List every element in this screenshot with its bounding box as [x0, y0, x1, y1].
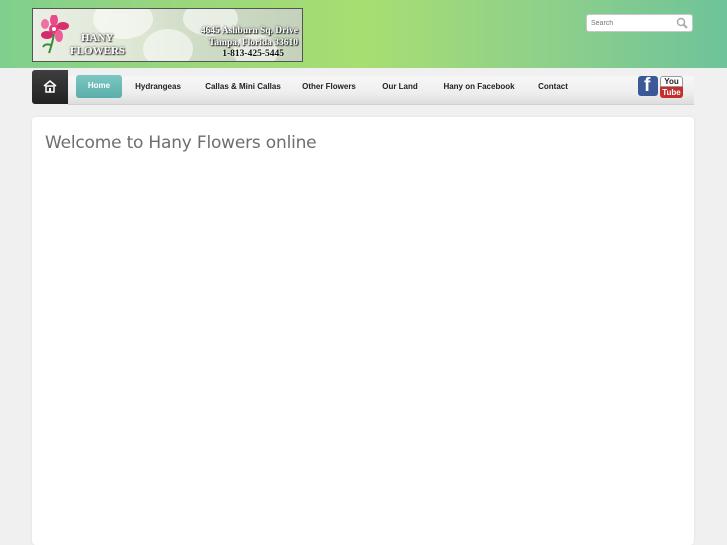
nav-item-callas[interactable]: Callas & Mini Callas — [198, 76, 288, 100]
site-logo[interactable]: HANY FLOWERS 4645 Ashburn Sq. Drive Tamp… — [32, 8, 303, 62]
search-input[interactable] — [591, 16, 671, 30]
page-title: Welcome to Hany Flowers online — [45, 133, 317, 153]
home-button[interactable] — [32, 70, 68, 104]
nav-item-hydrangeas[interactable]: Hydrangeas — [130, 76, 186, 100]
logo-brand-line2: FLOWERS — [70, 45, 126, 57]
youtube-top-label: You — [660, 76, 683, 87]
logo-address-line1: 4645 Ashburn Sq. Drive — [200, 26, 298, 36]
logo-brand-line1: HANY — [81, 32, 114, 44]
facebook-icon[interactable]: f — [638, 75, 658, 96]
magnifier-icon[interactable] — [676, 17, 688, 29]
nav-item-contact[interactable]: Contact — [532, 76, 574, 100]
main-navigation: Home Hydrangeas Callas & Mini Callas Oth… — [32, 70, 694, 105]
nav-item-hany-on-facebook[interactable]: Hany on Facebook — [436, 76, 522, 100]
logo-phone: 1-813-425-5445 — [222, 49, 284, 59]
nav-item-our-land[interactable]: Our Land — [376, 76, 424, 100]
home-icon — [43, 80, 57, 93]
nav-item-other-flowers[interactable]: Other Flowers — [298, 76, 360, 100]
site-header: HANY FLOWERS 4645 Ashburn Sq. Drive Tamp… — [0, 0, 727, 68]
facebook-glyph: f — [644, 75, 651, 96]
pinwheel-flower-icon — [41, 15, 69, 54]
logo-address-line2: Tampa, Florida 33610 — [208, 38, 298, 48]
nav-item-home[interactable]: Home — [76, 75, 122, 98]
search-box — [586, 14, 693, 32]
youtube-icon[interactable]: You Tube — [660, 76, 683, 98]
main-content: Welcome to Hany Flowers online — [32, 117, 694, 545]
youtube-bottom-label: Tube — [660, 87, 683, 98]
